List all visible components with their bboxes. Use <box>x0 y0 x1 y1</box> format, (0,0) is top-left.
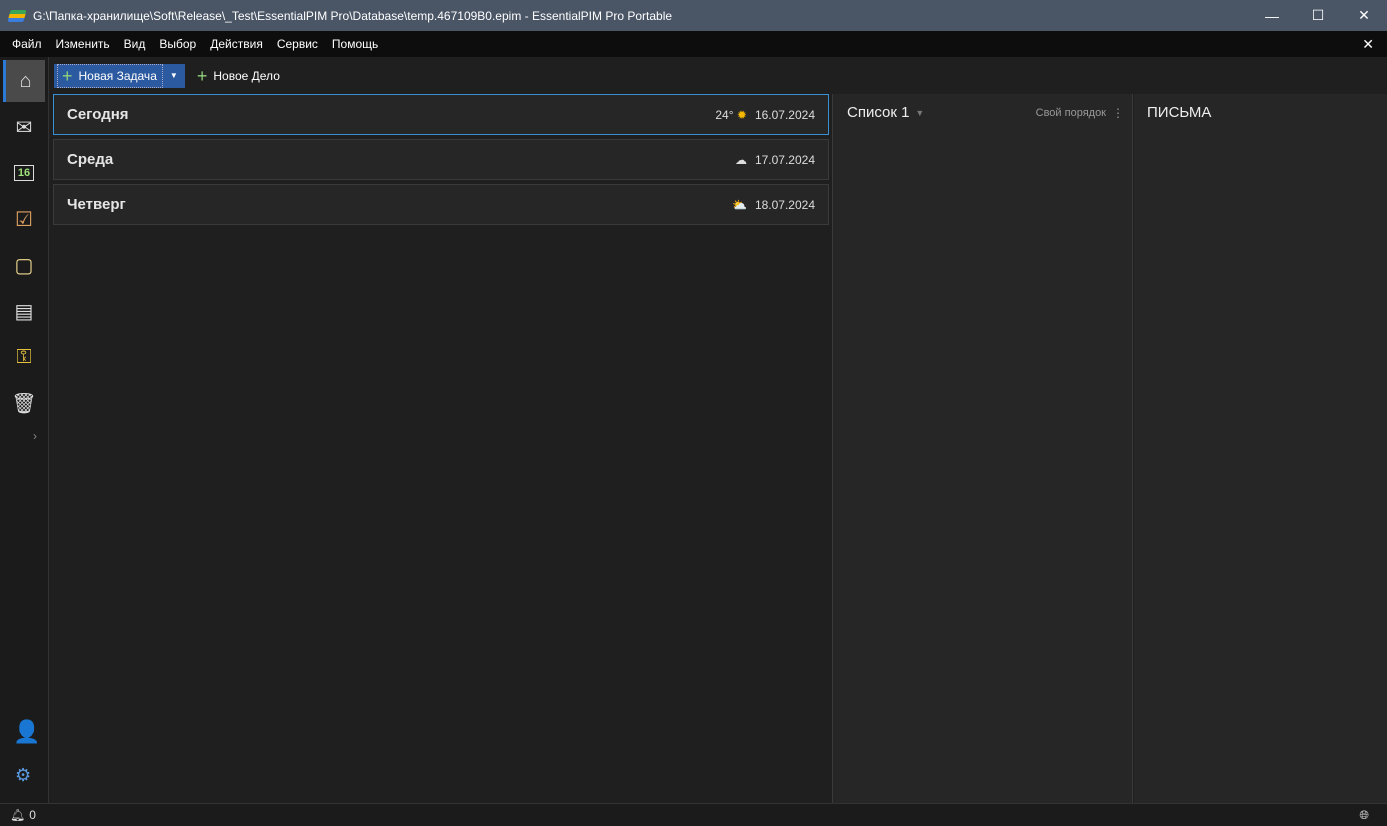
more-options-icon[interactable]: ⋮ <box>1112 106 1124 120</box>
bell-icon[interactable]: 🔔︎ <box>10 808 25 822</box>
calendar-day: 16 <box>13 165 35 181</box>
status-bar: 🔔︎ 0 🌐︎ <box>0 803 1387 826</box>
cloud-icon: ☁ <box>734 152 747 167</box>
day-name: Четверг <box>67 196 126 213</box>
maximize-button[interactable]: ☐ <box>1295 0 1341 31</box>
passwords-key-icon[interactable]: ⚿ <box>3 336 45 378</box>
app-logo-icon <box>7 9 27 22</box>
day-row[interactable]: Среда ☁ 17.07.2024 <box>53 139 829 180</box>
new-todo-label: Новое Дело <box>213 68 280 83</box>
partly-cloudy-icon: ⛅ <box>731 197 747 212</box>
list-title[interactable]: Список 1 <box>847 104 909 121</box>
minimize-button[interactable]: — <box>1249 0 1295 31</box>
new-task-button[interactable]: + Новая Задача ▼ <box>54 63 185 88</box>
close-button[interactable]: ✕ <box>1341 0 1387 31</box>
plus-icon: + <box>62 65 73 86</box>
temperature: 24° <box>715 107 734 122</box>
menu-view[interactable]: Вид <box>124 37 146 51</box>
menu-tools[interactable]: Сервис <box>277 37 318 51</box>
day-date: 16.07.2024 <box>754 107 815 122</box>
day-row[interactable]: Четверг ⛅ 18.07.2024 <box>53 184 829 225</box>
menu-select[interactable]: Выбор <box>159 37 196 51</box>
menu-file[interactable]: Файл <box>12 37 42 51</box>
contacts-icon[interactable]: ▤ <box>3 290 45 332</box>
trash-icon[interactable]: 🗑 <box>3 382 45 424</box>
day-row[interactable]: Сегодня 24° ✹ 16.07.2024 <box>53 94 829 135</box>
menu-edit[interactable]: Изменить <box>56 37 110 51</box>
menu-bar: Файл Изменить Вид Выбор Действия Сервис … <box>0 31 1387 57</box>
mail-icon[interactable]: ✉ <box>3 106 45 148</box>
calendar-icon[interactable]: 16 <box>3 152 45 194</box>
day-date: 17.07.2024 <box>754 152 815 167</box>
notes-icon[interactable]: ▢ <box>3 244 45 286</box>
settings-gear-icon[interactable]: ⚙ <box>15 765 31 786</box>
window-title: G:\Папка-хранилище\Soft\Release\_Test\Es… <box>33 8 673 23</box>
menu-actions[interactable]: Действия <box>210 37 263 51</box>
module-sidebar: ⌂ ✉ 16 ☑ ▢ ▤ ⚿ 🗑 › 👤 ⚙ <box>0 57 49 803</box>
close-tab-icon[interactable]: ✕ <box>1362 36 1374 53</box>
todo-list-panel: Список 1 ▼ Свой порядок ⋮ <box>832 94 1133 803</box>
weather: 24° ✹ <box>715 108 747 122</box>
list-dropdown-icon[interactable]: ▼ <box>915 108 924 118</box>
user-icon[interactable]: 👤 <box>13 719 40 745</box>
mail-panel: ПИСЬМА <box>1134 94 1387 803</box>
day-name: Сегодня <box>67 106 129 123</box>
new-task-dropdown-icon[interactable]: ▼ <box>163 71 185 80</box>
globe-icon[interactable]: 🌐︎ <box>1359 808 1369 823</box>
day-date: 18.07.2024 <box>754 197 815 212</box>
sun-icon: ✹ <box>736 107 747 122</box>
expand-chevron-icon[interactable]: › <box>33 429 37 443</box>
sort-order[interactable]: Свой порядок <box>1036 107 1106 119</box>
menu-help[interactable]: Помощь <box>332 37 378 51</box>
mail-title: ПИСЬМА <box>1147 104 1212 121</box>
plus-icon: + <box>196 65 208 86</box>
toolbar: + Новая Задача ▼ + Новое Дело <box>50 57 1387 94</box>
home-icon[interactable]: ⌂ <box>3 60 45 102</box>
days-panel: Сегодня 24° ✹ 16.07.2024 Среда ☁ 17.07.2… <box>50 94 832 803</box>
new-todo-button[interactable]: + Новое Дело <box>197 67 280 85</box>
title-bar: G:\Папка-хранилище\Soft\Release\_Test\Es… <box>0 0 1387 31</box>
notification-count: 0 <box>29 808 36 822</box>
day-name: Среда <box>67 151 114 168</box>
new-task-label: Новая Задача <box>78 68 157 83</box>
tasks-icon[interactable]: ☑ <box>3 198 45 240</box>
